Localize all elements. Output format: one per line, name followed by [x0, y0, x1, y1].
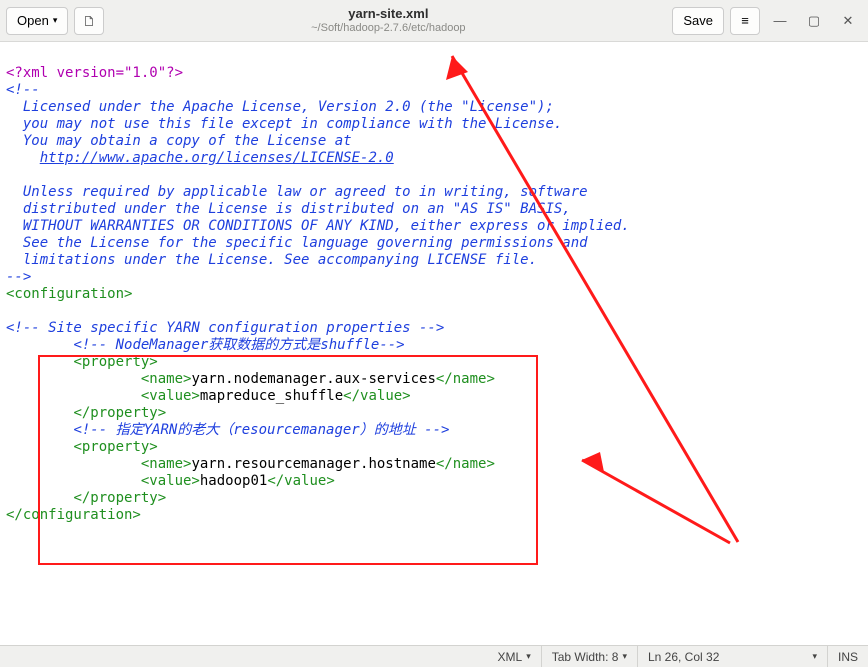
status-pos-label: Ln 26, Col 32: [648, 650, 808, 664]
open-dropdown-icon: ▾: [53, 15, 58, 26]
license-line: you may not use this file except in comp…: [6, 116, 562, 132]
new-document-icon: [85, 13, 93, 29]
comment-text: NodeManager获取数据的方式是shuffle: [107, 337, 379, 353]
chevron-down-icon: ▾: [622, 651, 627, 662]
status-insert-mode[interactable]: INS: [828, 646, 868, 667]
value-close-tag: </value>: [343, 388, 410, 404]
close-icon: ✕: [843, 13, 854, 29]
property-value: mapreduce_shuffle: [200, 388, 343, 404]
property-value: hadoop01: [200, 473, 267, 489]
license-line: Unless required by applicable law or agr…: [6, 184, 588, 200]
configuration-open-tag: <configuration>: [6, 286, 132, 302]
close-button[interactable]: ✕: [834, 7, 862, 35]
minimize-icon: —: [774, 13, 787, 28]
comment-close: -->: [6, 269, 31, 285]
license-line: Licensed under the Apache License, Versi…: [6, 99, 554, 115]
property-close-tag: </property>: [73, 405, 166, 421]
comment-text: 指定YARN的老大（resourcemanager）的地址: [107, 422, 424, 438]
hamburger-icon: ≡: [741, 13, 749, 28]
chevron-down-icon: ▾: [812, 651, 817, 662]
title-area: yarn-site.xml ~/Soft/hadoop-2.7.6/etc/ha…: [104, 6, 672, 35]
license-line: WITHOUT WARRANTIES OR CONDITIONS OF ANY …: [6, 218, 630, 234]
comment-delim: -->: [379, 337, 404, 353]
window-title: yarn-site.xml: [104, 6, 672, 22]
property-open-tag: <property>: [73, 439, 157, 455]
license-line: See the License for the specific languag…: [6, 235, 588, 251]
property-name: yarn.resourcemanager.hostname: [191, 456, 435, 472]
save-label: Save: [683, 13, 713, 28]
maximize-icon: ▢: [808, 13, 820, 29]
property-open-tag: <property>: [73, 354, 157, 370]
comment-delim: <!--: [73, 422, 107, 438]
hamburger-menu-button[interactable]: ≡: [730, 7, 760, 35]
statusbar: XML ▾ Tab Width: 8 ▾ Ln 26, Col 32 ▾ INS: [0, 645, 868, 667]
comment-open: <!--: [6, 82, 40, 98]
xml-declaration: <?xml version="1.0"?>: [6, 65, 183, 81]
configuration-close-tag: </configuration>: [6, 507, 141, 523]
name-open-tag: <name>: [141, 371, 192, 387]
name-close-tag: </name>: [436, 371, 495, 387]
toolbar-left: Open ▾: [6, 7, 104, 35]
value-open-tag: <value>: [141, 473, 200, 489]
minimize-button[interactable]: —: [766, 7, 794, 35]
value-close-tag: </value>: [267, 473, 334, 489]
status-tab-label: Tab Width: 8: [552, 650, 619, 664]
status-tab-width[interactable]: Tab Width: 8 ▾: [542, 646, 638, 667]
editor-area[interactable]: <?xml version="1.0"?> <!-- Licensed unde…: [0, 42, 868, 645]
status-language-label: XML: [498, 650, 523, 664]
toolbar: Open ▾ yarn-site.xml ~/Soft/hadoop-2.7.6…: [0, 0, 868, 42]
value-open-tag: <value>: [141, 388, 200, 404]
name-close-tag: </name>: [436, 456, 495, 472]
toolbar-right: Save ≡ — ▢ ✕: [672, 7, 862, 35]
status-cursor-position[interactable]: Ln 26, Col 32 ▾: [638, 646, 828, 667]
chevron-down-icon: ▾: [526, 651, 531, 662]
license-line: distributed under the License is distrib…: [6, 201, 571, 217]
save-button[interactable]: Save: [672, 7, 724, 35]
comment-delim: <!--: [73, 337, 107, 353]
open-label: Open: [17, 13, 49, 28]
status-ins-label: INS: [838, 650, 858, 664]
comment-delim: -->: [424, 422, 449, 438]
window-subtitle: ~/Soft/hadoop-2.7.6/etc/hadoop: [104, 22, 672, 35]
property-close-tag: </property>: [73, 490, 166, 506]
name-open-tag: <name>: [141, 456, 192, 472]
license-line: You may obtain a copy of the License at: [6, 133, 352, 149]
new-document-button[interactable]: [74, 7, 104, 35]
license-line: limitations under the License. See accom…: [6, 252, 537, 268]
maximize-button[interactable]: ▢: [800, 7, 828, 35]
status-language[interactable]: XML ▾: [488, 646, 542, 667]
open-button[interactable]: Open ▾: [6, 7, 68, 35]
site-comment: <!-- Site specific YARN configuration pr…: [6, 320, 444, 336]
license-link[interactable]: http://www.apache.org/licenses/LICENSE-2…: [40, 150, 394, 166]
property-name: yarn.nodemanager.aux-services: [191, 371, 435, 387]
